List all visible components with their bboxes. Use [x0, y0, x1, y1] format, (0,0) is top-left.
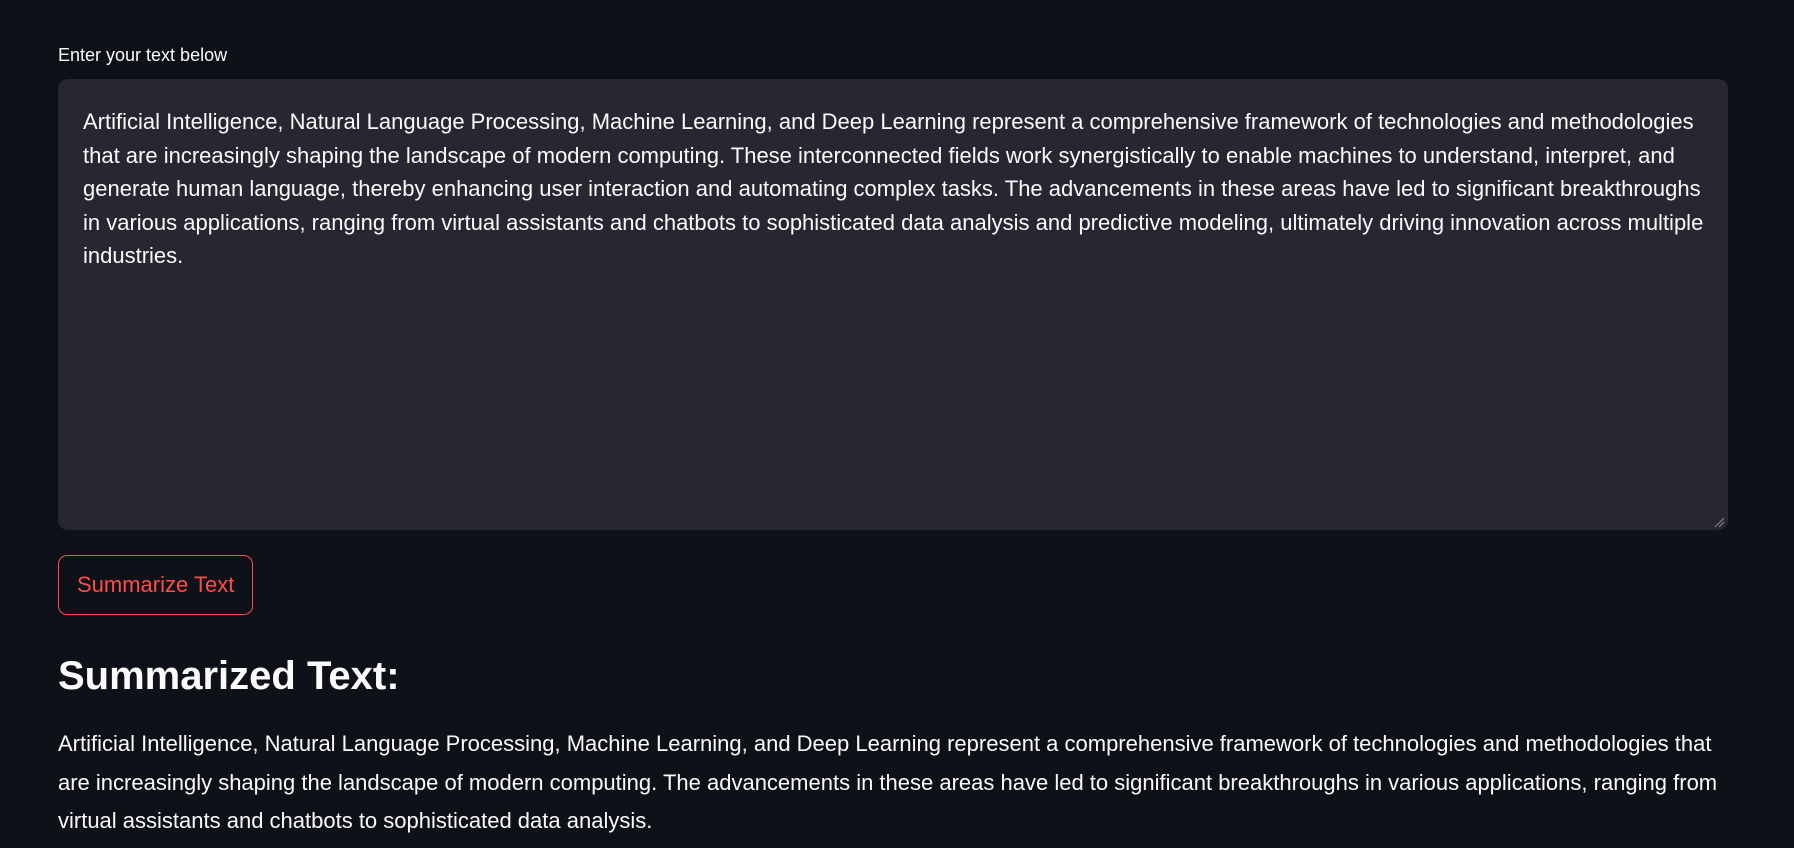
text-input-area[interactable]: Artificial Intelligence, Natural Languag… [58, 79, 1728, 530]
text-input-container: Artificial Intelligence, Natural Languag… [58, 79, 1728, 530]
summarized-text-output: Artificial Intelligence, Natural Languag… [58, 731, 1718, 833]
summarized-text-heading: Summarized Text: [58, 654, 400, 698]
resize-handle-icon[interactable] [1713, 515, 1725, 528]
text-input-label: Enter your text below [58, 45, 228, 65]
summarize-button[interactable]: Summarize Text [58, 555, 254, 615]
